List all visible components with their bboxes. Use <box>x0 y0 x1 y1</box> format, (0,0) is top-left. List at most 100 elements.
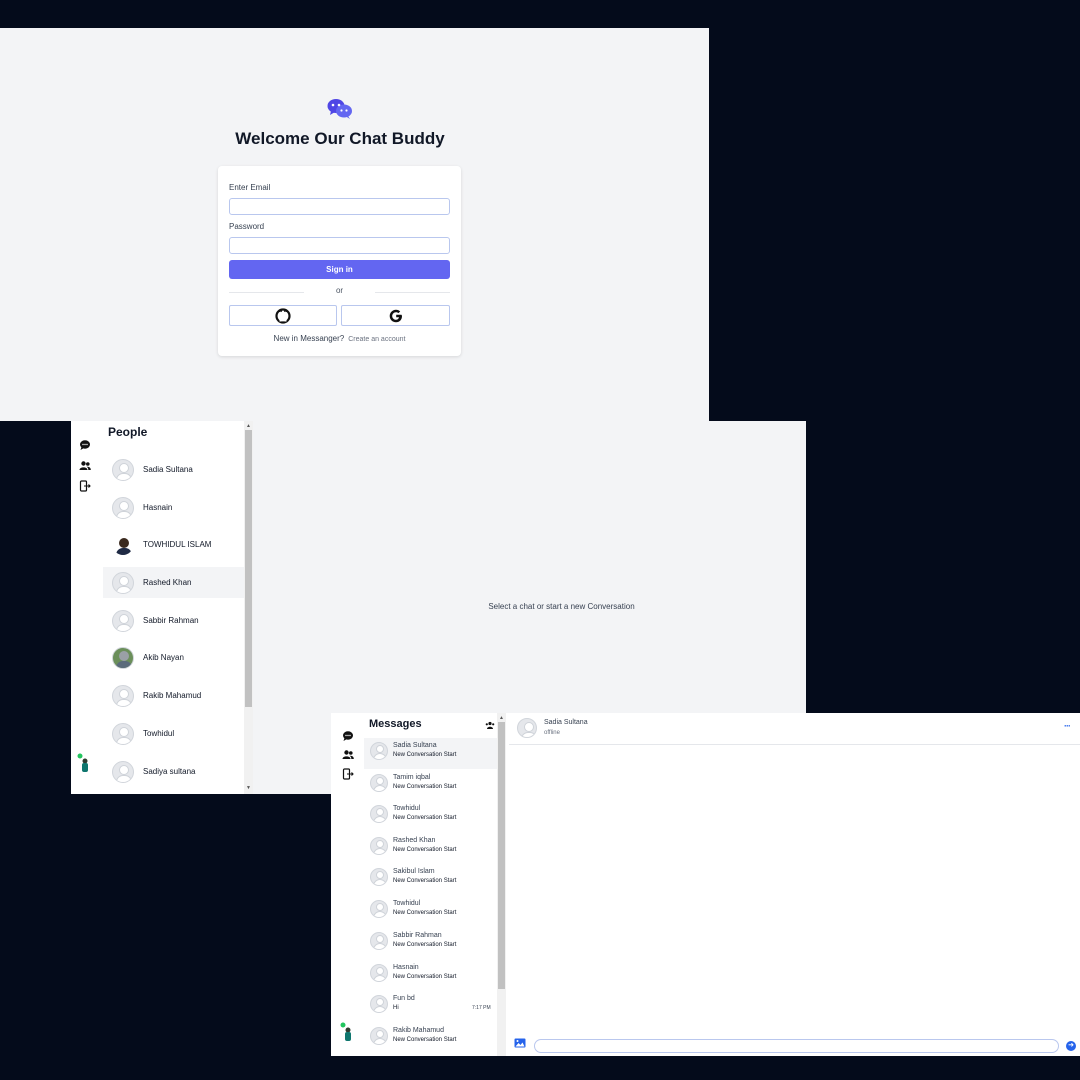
avatar <box>112 458 134 481</box>
signup-row: New in Messanger? Create an account <box>218 334 461 343</box>
send-button[interactable]: ➜ <box>1066 1041 1076 1051</box>
chat-user-name: Sadia Sultana <box>544 719 588 726</box>
avatar <box>112 722 134 745</box>
conversation-row[interactable]: Tamim iqbal New Conversation Start <box>364 770 499 801</box>
chat-icon[interactable] <box>79 439 91 451</box>
scroll-thumb[interactable] <box>498 722 505 989</box>
messages-heading: Messages <box>369 718 422 730</box>
scroll-thumb[interactable] <box>245 430 252 707</box>
conversation-row[interactable]: Sadia Sultana New Conversation Start <box>364 738 499 769</box>
conversation-row[interactable]: Fun bd Hi 7:17 PM <box>364 991 499 1022</box>
avatar-photo <box>112 533 134 556</box>
person-row[interactable]: Rashed Khan <box>103 567 244 598</box>
conversation-preview: New Conversation Start <box>393 974 457 980</box>
conversation-row[interactable]: Rakib Mahamud New Conversation Start <box>364 1023 499 1054</box>
person-row[interactable]: Sabbir Rahman <box>103 605 244 636</box>
messages-scrollbar[interactable]: ▲ <box>497 713 506 1056</box>
avatar <box>112 496 134 519</box>
person-name: Akib Nayan <box>143 653 184 662</box>
person-name: Towhidul <box>143 729 175 738</box>
avatar <box>370 932 388 950</box>
google-icon <box>389 309 402 322</box>
github-login-button[interactable] <box>229 305 337 326</box>
scroll-up-arrow[interactable]: ▲ <box>245 423 252 429</box>
logout-icon[interactable] <box>342 768 354 780</box>
person-name: Sadiya sultana <box>143 767 196 776</box>
avatar-photo <box>112 646 134 669</box>
avatar <box>112 760 134 783</box>
person-row[interactable]: Towhidul <box>103 718 244 749</box>
icon-rail <box>331 713 363 1056</box>
conversation-name: Sadia Sultana <box>393 742 437 749</box>
conversation-preview: New Conversation Start <box>393 1037 457 1043</box>
conversation-time: 7:17 PM <box>472 1005 491 1011</box>
person-name: Rashed Khan <box>143 578 192 587</box>
people-list: People Sadia Sultana Hasnain TOWHIDUL IS… <box>103 421 244 794</box>
group-avatar <box>370 995 388 1013</box>
image-upload-icon[interactable] <box>514 1038 526 1048</box>
person-row[interactable]: Rakib Mahamud <box>103 680 244 711</box>
conversation-row[interactable]: Rashed Khan New Conversation Start <box>364 833 499 864</box>
message-list: Messages Sadia Sultana New Conversation S… <box>364 713 507 1056</box>
divider-right <box>375 292 450 293</box>
avatar <box>112 571 134 594</box>
conversation-preview: New Conversation Start <box>393 847 457 853</box>
avatar <box>370 900 388 918</box>
google-login-button[interactable] <box>341 305 450 326</box>
avatar <box>112 684 134 707</box>
logout-icon[interactable] <box>79 480 91 492</box>
conversation-preview: New Conversation Start <box>393 942 457 948</box>
conversation-preview: New Conversation Start <box>393 752 457 758</box>
person-row[interactable]: Sadia Sultana <box>103 454 244 485</box>
group-icon[interactable] <box>485 721 495 730</box>
conversation-name: Rakib Mahamud <box>393 1027 444 1034</box>
people-icon[interactable] <box>79 460 91 472</box>
password-label: Password <box>229 222 265 231</box>
conversation-row[interactable]: Towhidul New Conversation Start <box>364 896 499 927</box>
conversation-row[interactable]: Sakibul Islam New Conversation Start <box>364 864 499 895</box>
avatar <box>370 837 388 855</box>
email-label: Enter Email <box>229 183 271 192</box>
avatar <box>112 609 134 632</box>
email-field[interactable] <box>229 198 450 215</box>
conversation-row[interactable]: Sabbir Rahman New Conversation Start <box>364 928 499 959</box>
person-row[interactable]: Sadiya sultana <box>103 756 244 787</box>
avatar <box>370 868 388 886</box>
conversation-row[interactable]: Hasnain New Conversation Start <box>364 960 499 991</box>
conversation-preview: New Conversation Start <box>393 784 457 790</box>
icon-rail <box>71 421 103 794</box>
conversation-name: Sabbir Rahman <box>393 932 442 939</box>
avatar <box>370 774 388 792</box>
scroll-down-arrow[interactable]: ▼ <box>245 785 252 791</box>
chat-header: Sadia Sultana offline <box>509 713 1080 745</box>
people-icon[interactable] <box>342 749 354 761</box>
person-name: TOWHIDUL ISLAM <box>143 540 212 549</box>
signin-button[interactable]: Sign in <box>229 260 450 279</box>
or-divider: or <box>335 286 344 295</box>
people-heading: People <box>108 425 148 439</box>
person-name: Rakib Mahamud <box>143 691 202 700</box>
avatar <box>370 1027 388 1045</box>
password-field[interactable] <box>229 237 450 254</box>
chat-logo-icon <box>327 99 352 119</box>
more-options-button[interactable]: ··· <box>1064 721 1071 731</box>
user-avatar-icon[interactable] <box>77 753 91 773</box>
message-input[interactable] <box>534 1039 1059 1053</box>
person-name: Sadia Sultana <box>143 465 193 474</box>
conversation-row[interactable]: Towhidul New Conversation Start <box>364 801 499 832</box>
conversation-preview: Hi <box>393 1005 399 1011</box>
scroll-up-arrow[interactable]: ▲ <box>498 715 505 721</box>
person-row[interactable]: TOWHIDUL ISLAM <box>103 529 244 560</box>
messages-screen: Messages Sadia Sultana New Conversation S… <box>331 713 1080 1056</box>
conversation-name: Rashed Khan <box>393 837 436 844</box>
user-avatar-icon[interactable] <box>340 1022 354 1042</box>
conversation-name: Sakibul Islam <box>393 868 435 875</box>
conversation-name: Fun bd <box>393 995 415 1002</box>
conversation-preview: New Conversation Start <box>393 878 457 884</box>
create-account-link[interactable]: Create an account <box>348 336 405 343</box>
person-row[interactable]: Hasnain <box>103 492 244 523</box>
avatar <box>370 742 388 760</box>
chat-icon[interactable] <box>342 730 354 742</box>
person-row[interactable]: Akib Nayan <box>103 642 244 673</box>
group-avatar <box>370 805 388 823</box>
